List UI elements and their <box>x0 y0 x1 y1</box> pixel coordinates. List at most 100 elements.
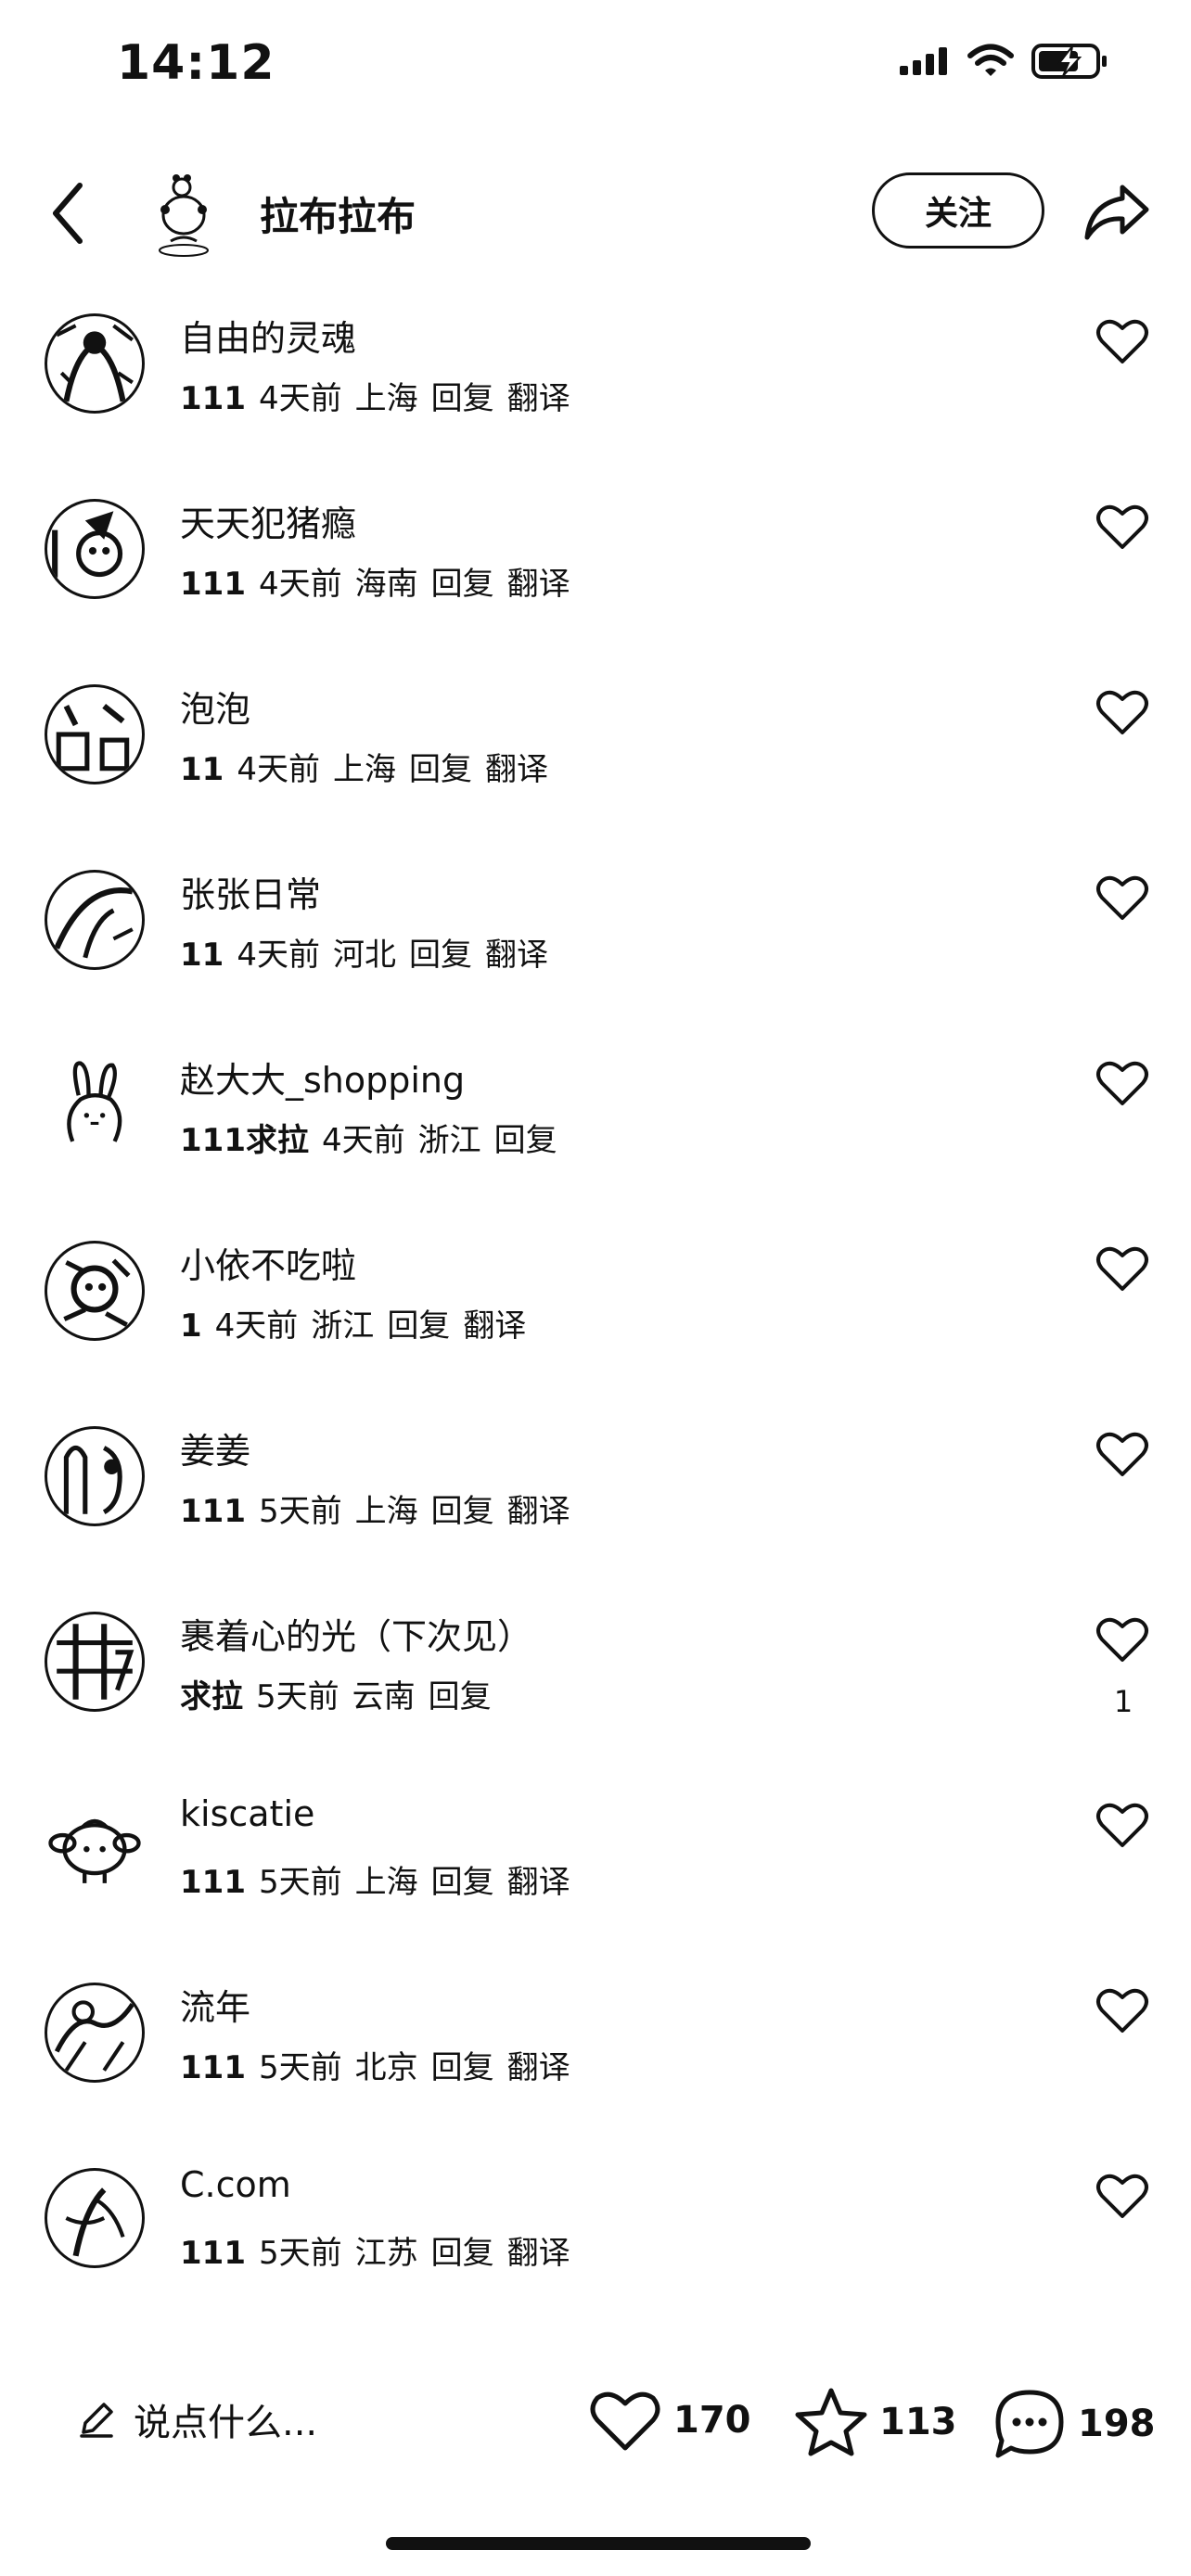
commenter-name[interactable]: 天天犯猪瘾 <box>180 495 356 546</box>
avatar[interactable] <box>45 1426 145 1526</box>
reply-button[interactable]: 回复 <box>431 380 494 417</box>
comment-time: 5天前 <box>258 1493 342 1530</box>
comment-input[interactable]: 说点什么... <box>76 2392 317 2446</box>
avatar[interactable] <box>45 870 145 970</box>
home-indicator[interactable] <box>386 2537 811 2550</box>
translate-button[interactable]: 翻译 <box>485 751 548 788</box>
heart-outline-icon[interactable] <box>1095 1983 1150 2038</box>
reply-button[interactable]: 回复 <box>431 566 494 603</box>
comment-time: 5天前 <box>256 1678 339 1715</box>
avatar[interactable] <box>45 2168 145 2268</box>
avatar[interactable] <box>45 1241 145 1341</box>
commenter-name[interactable]: 姜姜 <box>180 1422 250 1473</box>
commenter-name[interactable]: 泡泡 <box>180 681 250 732</box>
like-count: 170 <box>673 2399 751 2442</box>
comment-text: 1 <box>180 1307 202 1345</box>
follow-button[interactable]: 关注 <box>872 172 1044 249</box>
comment-count: 198 <box>1078 2403 1156 2445</box>
comment-time: 4天前 <box>258 380 342 417</box>
author-avatar[interactable] <box>147 169 221 261</box>
comment-meta: 111求拉 4天前 浙江 回复 <box>180 1115 557 1160</box>
comment-button[interactable]: 198 <box>992 2387 1156 2461</box>
reply-button[interactable]: 回复 <box>494 1122 557 1159</box>
avatar[interactable] <box>45 684 145 784</box>
reply-button[interactable]: 回复 <box>431 1864 494 1901</box>
status-icons <box>898 43 1109 80</box>
avatar[interactable] <box>45 1797 145 1897</box>
translate-button[interactable]: 翻译 <box>507 566 570 603</box>
reply-button[interactable]: 回复 <box>429 1678 492 1715</box>
comment-time: 4天前 <box>237 937 320 974</box>
share-button[interactable] <box>1082 178 1152 249</box>
signal-icon <box>900 47 947 75</box>
comment-location: 上海 <box>354 380 418 417</box>
comment-text: 111 <box>180 566 246 603</box>
heart-outline-icon[interactable] <box>1095 2168 1150 2224</box>
comment-text: 111 <box>180 2235 246 2272</box>
comment-item: 姜姜 111 5天前 上海 回复 翻译 <box>0 1408 1191 1593</box>
heart-outline-icon[interactable] <box>1095 1612 1150 1667</box>
commenter-name[interactable]: 裹着心的光（下次见） <box>180 1608 532 1659</box>
heart-outline-icon[interactable] <box>1095 499 1150 555</box>
commenter-name[interactable]: 张张日常 <box>180 866 321 917</box>
reply-button[interactable]: 回复 <box>431 2235 494 2272</box>
share-arrow-icon <box>1084 185 1149 240</box>
comment-item: 天天犯猪瘾 111 4天前 海南 回复 翻译 <box>0 480 1191 666</box>
comment-input-placeholder: 说点什么... <box>134 2402 318 2444</box>
commenter-name[interactable]: 小依不吃啦 <box>180 1237 356 1288</box>
heart-outline-icon[interactable] <box>1095 1426 1150 1482</box>
translate-button[interactable]: 翻译 <box>485 937 548 974</box>
comment-meta: 11 4天前 河北 回复 翻译 <box>180 929 548 975</box>
comment-text: 111 <box>180 1493 246 1530</box>
reply-button[interactable]: 回复 <box>431 2049 494 2086</box>
translate-button[interactable]: 翻译 <box>507 1493 570 1530</box>
heart-outline-icon[interactable] <box>1095 1797 1150 1853</box>
comment-item: C.com 111 5天前 江苏 回复 翻译 <box>0 2149 1191 2335</box>
heart-outline-icon[interactable] <box>1095 1241 1150 1296</box>
translate-button[interactable]: 翻译 <box>507 2235 570 2272</box>
translate-button[interactable]: 翻译 <box>507 380 570 417</box>
reply-button[interactable]: 回复 <box>431 1493 494 1530</box>
comment-time: 4天前 <box>258 566 342 603</box>
reply-button[interactable]: 回复 <box>409 937 472 974</box>
comment-meta: 111 5天前 上海 回复 翻译 <box>180 1856 570 1902</box>
status-time: 14:12 <box>117 35 275 91</box>
translate-button[interactable]: 翻译 <box>507 1864 570 1901</box>
like-button[interactable]: 170 <box>588 2387 751 2454</box>
comment-meta: 111 4天前 上海 回复 翻译 <box>180 373 570 418</box>
comment-meta: 11 4天前 上海 回复 翻译 <box>180 744 548 789</box>
comment-text: 求拉 <box>180 1678 243 1715</box>
reply-button[interactable]: 回复 <box>409 751 472 788</box>
favorite-button[interactable]: 113 <box>794 2387 957 2457</box>
commenter-name[interactable]: 流年 <box>180 1979 250 2030</box>
avatar[interactable] <box>45 499 145 599</box>
avatar[interactable] <box>45 313 145 414</box>
comment-item: kiscatie 111 5天前 上海 回复 翻译 <box>0 1779 1191 1964</box>
translate-button[interactable]: 翻译 <box>507 2049 570 2086</box>
commenter-name[interactable]: kiscatie <box>180 1793 314 1834</box>
heart-outline-icon[interactable] <box>1095 870 1150 925</box>
bunny-icon <box>67 1061 122 1142</box>
like-count: 1 <box>1113 1684 1133 1719</box>
heart-outline-icon[interactable] <box>1095 1055 1150 1111</box>
reply-button[interactable]: 回复 <box>387 1307 450 1345</box>
nav-bar: 拉布拉布 关注 <box>0 158 1191 269</box>
comment-location: 上海 <box>332 751 396 788</box>
comment-time: 4天前 <box>237 751 320 788</box>
heart-outline-icon[interactable] <box>1095 313 1150 369</box>
commenter-name[interactable]: C.com <box>180 2164 291 2205</box>
comment-item: 流年 111 5天前 北京 回复 翻译 <box>0 1964 1191 2149</box>
heart-outline-icon[interactable] <box>1095 684 1150 740</box>
commenter-name[interactable]: 赵大大_shopping <box>180 1052 465 1103</box>
translate-button[interactable]: 翻译 <box>463 1307 526 1345</box>
author-name[interactable]: 拉布拉布 <box>260 185 416 242</box>
favorite-count: 113 <box>879 2401 957 2443</box>
bunny-figure-icon <box>159 174 209 257</box>
avatar[interactable] <box>45 1055 145 1155</box>
back-button[interactable] <box>41 178 96 249</box>
avatar[interactable] <box>45 1612 145 1712</box>
commenter-name[interactable]: 自由的灵魂 <box>180 310 356 361</box>
comment-item: 赵大大_shopping 111求拉 4天前 浙江 回复 <box>0 1037 1191 1222</box>
avatar[interactable] <box>45 1983 145 2083</box>
puppy-icon <box>48 1818 141 1883</box>
